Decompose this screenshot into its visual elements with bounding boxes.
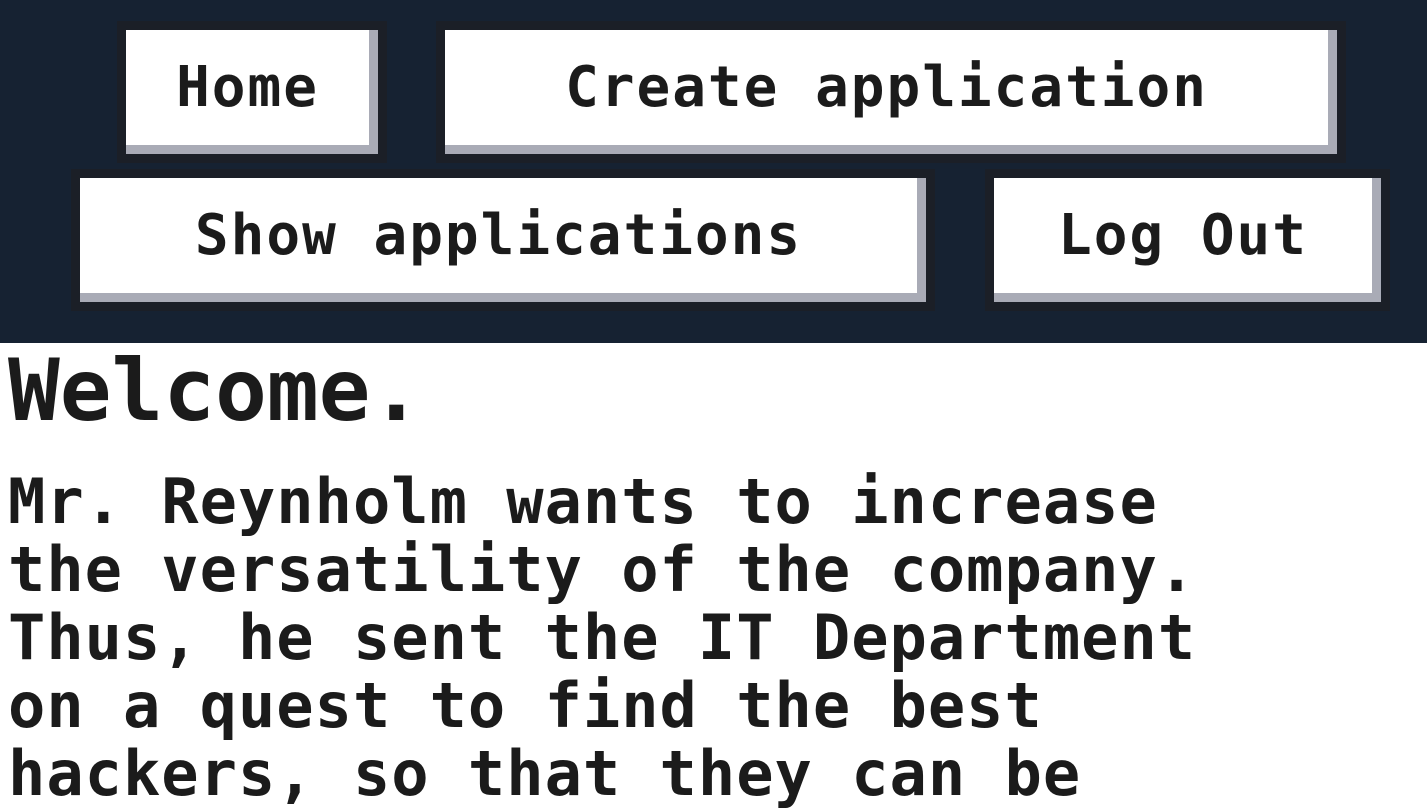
intro-line: hackers, so that they can be (8, 737, 1082, 810)
intro-line: Thus, he sent the IT Department (8, 601, 1197, 674)
intro-line: on a quest to find the best (8, 669, 1043, 742)
show-applications-button[interactable]: Show applications (71, 169, 935, 311)
intro-line: the versatility of the company. (8, 533, 1197, 606)
page-title: Welcome. (8, 341, 423, 441)
home-button[interactable]: Home (117, 21, 387, 163)
intro-paragraph: Mr. Reynholm wants to increase the versa… (8, 468, 1427, 808)
log-out-button[interactable]: Log Out (985, 169, 1390, 311)
create-application-button[interactable]: Create application (436, 21, 1346, 163)
intro-line: Mr. Reynholm wants to increase (8, 465, 1158, 538)
top-navbar: Home Create application Show application… (0, 0, 1427, 343)
